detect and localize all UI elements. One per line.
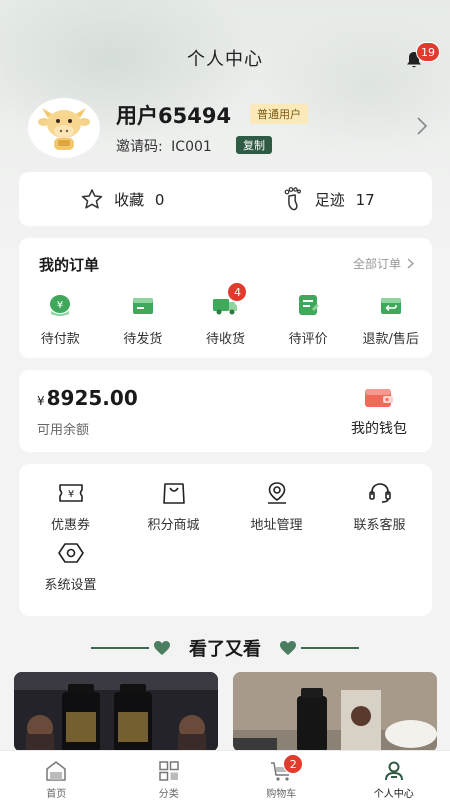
recommend-title: 看了又看 — [189, 639, 261, 660]
order-status-row: ¥ 待付款 待发货 4 待收货 待评价 退款/售后 — [19, 282, 432, 347]
favorites-count: 0 — [154, 190, 165, 209]
tool-coupons[interactable]: ¥ 优惠券 — [19, 480, 122, 540]
coupon-icon: ¥ — [58, 484, 83, 502]
balance-label: 可用余额 — [37, 423, 90, 438]
tab-cart[interactable]: 2 购物车 — [225, 751, 338, 800]
tool-label: 地址管理 — [250, 518, 303, 533]
bottom-tab-bar: 首页 分类 2 购物车 个人中心 — [0, 750, 450, 800]
tab-home[interactable]: 首页 — [0, 751, 113, 800]
order-label: 待评价 — [288, 332, 328, 347]
my-wallet-button[interactable]: 我的钱包 — [344, 386, 414, 442]
tab-category[interactable]: 分类 — [113, 751, 226, 800]
product-card[interactable] — [14, 672, 218, 752]
order-refund[interactable]: 退款/售后 — [349, 290, 432, 347]
tab-label: 分类 — [158, 789, 179, 800]
order-label: 待收货 — [205, 332, 245, 347]
profile-icon — [384, 761, 403, 781]
chevron-right-icon[interactable] — [416, 116, 428, 136]
footprint-icon — [284, 187, 301, 211]
tools-card: ¥ 优惠券 积分商城 地址管理 联系客服 系统设置 — [19, 464, 432, 616]
heart-icon — [280, 641, 296, 655]
order-to-receive[interactable]: 4 待收货 — [184, 282, 267, 347]
tab-label: 首页 — [46, 789, 67, 800]
tool-label: 系统设置 — [44, 578, 97, 593]
category-icon — [159, 761, 179, 781]
notification-button[interactable]: 19 — [404, 42, 440, 72]
location-icon — [267, 482, 286, 504]
tool-address[interactable]: 地址管理 — [225, 480, 328, 540]
user-level-badge: 普通用户 — [250, 104, 308, 124]
tab-profile[interactable]: 个人中心 — [338, 751, 450, 800]
footprints-count: 17 — [355, 190, 375, 209]
chevron-right-icon — [407, 258, 414, 269]
product-card[interactable] — [233, 672, 437, 752]
stats-card: 收藏 0 足迹 17 — [19, 172, 432, 226]
order-label: 待发货 — [123, 332, 163, 347]
balance-value: 8925.00 — [46, 386, 138, 410]
order-to-ship[interactable]: 待发货 — [102, 290, 185, 347]
orders-card: 我的订单 全部订单 ¥ 待付款 待发货 4 待收货 待评价 退款/售后 — [19, 238, 432, 358]
recommend-header: 看了又看 — [0, 634, 450, 662]
refund-icon — [380, 298, 401, 314]
tool-settings[interactable]: 系统设置 — [19, 540, 122, 600]
invite-code-row: 邀请码: IC001 — [116, 136, 212, 156]
invite-label: 邀请码: — [116, 139, 163, 155]
heart-icon — [154, 641, 170, 655]
page-title: 个人中心 — [187, 49, 263, 70]
order-pending-payment[interactable]: ¥ 待付款 — [19, 290, 102, 347]
tool-customer-service[interactable]: 联系客服 — [328, 480, 431, 540]
order-label: 待付款 — [40, 332, 80, 347]
home-icon — [46, 761, 66, 781]
invite-code: IC001 — [171, 139, 212, 155]
avatar[interactable] — [28, 98, 100, 158]
balance-amount: ¥8925.00 — [37, 386, 138, 410]
notification-badge: 19 — [416, 42, 440, 62]
orders-title: 我的订单 — [39, 256, 100, 274]
order-to-review[interactable]: 待评价 — [267, 290, 350, 347]
settings-icon — [57, 543, 84, 563]
wallet-label: 我的钱包 — [351, 421, 407, 437]
product-image — [14, 672, 218, 752]
tool-label: 优惠券 — [50, 518, 90, 533]
favorites-button[interactable]: 收藏 0 — [19, 172, 226, 226]
wallet-icon — [365, 389, 393, 407]
order-label: 退款/售后 — [362, 332, 419, 347]
divider-line — [91, 647, 149, 649]
order-badge: 4 — [227, 282, 248, 302]
product-image — [233, 672, 437, 752]
all-orders-label: 全部订单 — [352, 257, 401, 271]
cow-mascot-icon — [38, 108, 90, 150]
footprints-button[interactable]: 足迹 17 — [226, 172, 433, 226]
svg-text:¥: ¥ — [67, 489, 73, 500]
star-icon — [81, 189, 103, 209]
payment-icon: ¥ — [50, 295, 71, 316]
profile-section[interactable]: 用户65494 普通用户 邀请码: IC001 复制 — [28, 98, 428, 158]
tab-label: 购物车 — [266, 789, 297, 800]
divider-line — [301, 647, 359, 649]
tool-label: 积分商城 — [147, 518, 200, 533]
tools-grid: ¥ 优惠券 积分商城 地址管理 联系客服 系统设置 — [19, 480, 432, 600]
username: 用户65494 — [116, 104, 232, 128]
recommend-products — [14, 672, 437, 752]
svg-text:¥: ¥ — [57, 300, 63, 311]
headset-icon — [368, 483, 391, 503]
footprints-label: 足迹 — [314, 190, 345, 209]
wallet-card: ¥8925.00 可用余额 我的钱包 — [19, 370, 432, 452]
tool-label: 联系客服 — [353, 518, 406, 533]
favorites-label: 收藏 — [114, 190, 145, 209]
tool-points-mall[interactable]: 积分商城 — [122, 480, 225, 540]
all-orders-link[interactable]: 全部订单 — [353, 255, 414, 272]
cart-badge: 2 — [283, 754, 304, 774]
to-ship-icon — [132, 298, 153, 314]
points-mall-icon — [162, 483, 185, 504]
page-header: 个人中心 19 — [0, 40, 450, 76]
tab-label: 个人中心 — [373, 789, 414, 800]
currency-symbol: ¥ — [37, 394, 45, 408]
copy-invite-button[interactable]: 复制 — [236, 136, 272, 154]
review-icon — [299, 295, 320, 315]
